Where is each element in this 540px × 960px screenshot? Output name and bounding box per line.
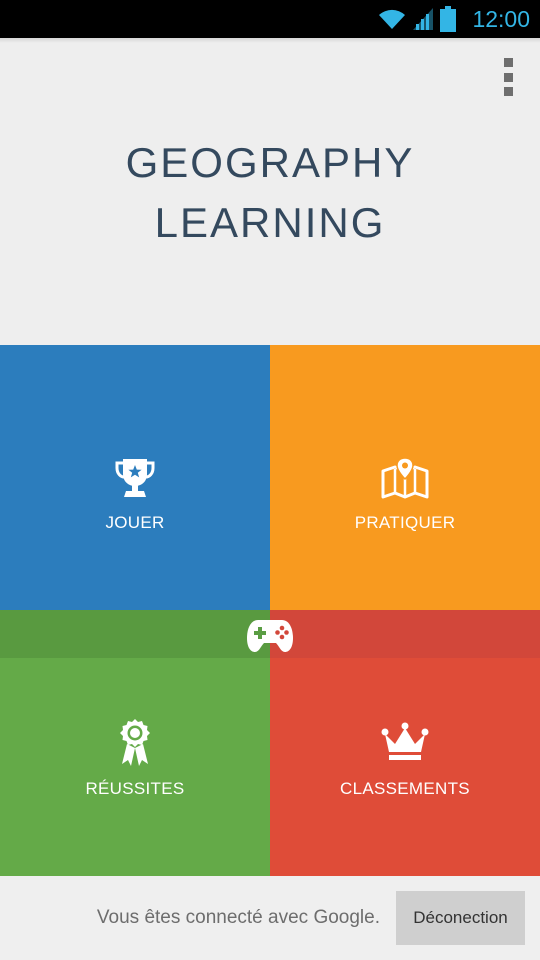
signed-in-status: Vous êtes connecté avec Google.: [96, 907, 380, 928]
app-bar-shadow: [0, 38, 540, 43]
achievements-tile-label: RÉUSSITES: [85, 779, 185, 798]
leaderboards-band: [270, 610, 540, 658]
app-title: GEOGRAPHY LEARNING: [0, 138, 540, 248]
wifi-icon: [379, 9, 406, 29]
play-tile[interactable]: JOUER: [0, 345, 270, 610]
leaderboards-tile[interactable]: CLASSEMENTS: [270, 610, 540, 876]
map-pin-icon: [381, 457, 429, 499]
status-bar: 12:00: [0, 0, 540, 38]
gamepad-icon[interactable]: [246, 616, 294, 654]
battery-icon: [440, 6, 457, 32]
trophy-icon: [115, 459, 155, 497]
practice-tile-label: PRATIQUER: [354, 513, 456, 532]
achievements-band: [0, 610, 270, 658]
achievements-tile[interactable]: RÉUSSITES: [0, 610, 270, 876]
status-icons: 12:00: [378, 0, 532, 38]
status-clock: 12:00: [472, 5, 530, 32]
crown-icon: [381, 722, 429, 760]
leaderboards-tile-label: CLASSEMENTS: [340, 779, 470, 798]
app-title-line1: GEOGRAPHY: [125, 139, 415, 186]
sign-in-footer: Vous êtes connecté avec Google. Déconect…: [0, 876, 540, 960]
play-tile-label: JOUER: [105, 513, 165, 532]
signal-icon: [413, 8, 434, 30]
award-ribbon-icon: [120, 719, 150, 766]
more-vert-icon[interactable]: [502, 58, 514, 96]
practice-tile[interactable]: PRATIQUER: [270, 345, 540, 610]
app-title-line2: LEARNING: [154, 199, 386, 246]
sign-out-button[interactable]: Déconection: [396, 891, 525, 945]
